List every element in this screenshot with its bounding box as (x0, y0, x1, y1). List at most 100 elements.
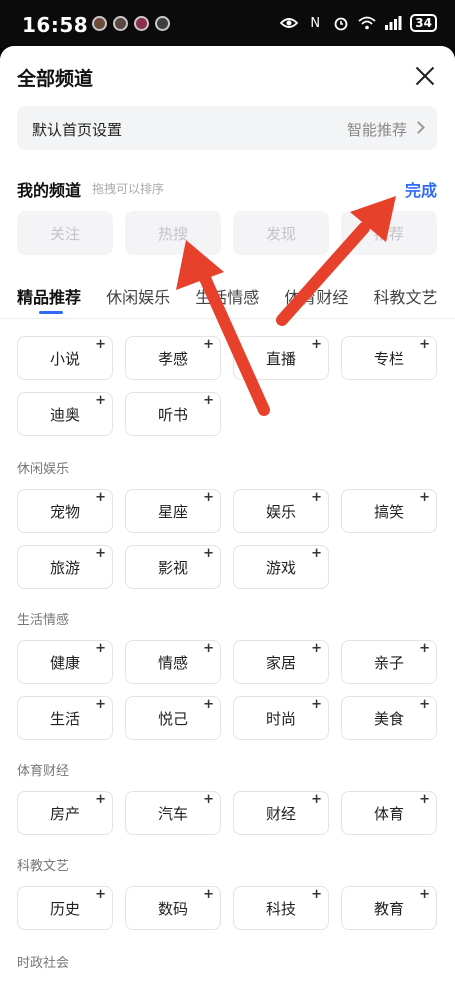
add-channel-chip[interactable]: 听书 + (125, 392, 221, 436)
category-title: 生活情感 (17, 613, 70, 628)
plus-icon: + (95, 337, 106, 352)
status-bar: 16:58 N 34 (0, 0, 455, 48)
my-channel-chip[interactable]: 关注 (17, 211, 113, 255)
chip-label: 数码 (157, 899, 188, 918)
add-channel-chip[interactable]: 亲子 + (341, 640, 437, 684)
category-title: 时政社会 (17, 956, 70, 971)
add-channel-chip[interactable]: 游戏 + (233, 545, 329, 589)
chip-label: 听书 (157, 405, 188, 424)
my-channel-chip[interactable]: 推荐 (341, 211, 437, 255)
category-title: 体育财经 (17, 764, 70, 779)
tab-sports-finance[interactable]: 体育财经 (284, 284, 348, 308)
add-channel-chip[interactable]: 科技 + (233, 886, 329, 930)
add-channel-chip[interactable]: 汽车 + (125, 791, 221, 835)
category-featured: 小说 + 孝感 + 直播 + 专栏 + 迪奥 + 听书 + (17, 336, 437, 436)
add-channel-chip[interactable]: 生活 + (17, 696, 113, 740)
chip-label: 亲子 (373, 653, 404, 672)
chip-label: 迪奥 (49, 405, 80, 424)
add-channel-chip[interactable]: 健康 + (17, 640, 113, 684)
status-time: 16:58 (22, 13, 89, 37)
chip-label: 财经 (265, 804, 296, 823)
my-channel-chip[interactable]: 热搜 (125, 211, 221, 255)
add-channel-chip[interactable]: 娱乐 + (233, 489, 329, 533)
chip-label: 星座 (157, 502, 188, 521)
add-channel-chip[interactable]: 情感 + (125, 640, 221, 684)
tab-featured[interactable]: 精品推荐 (17, 284, 81, 308)
close-icon[interactable] (413, 64, 437, 88)
add-channel-chip[interactable]: 体育 + (341, 791, 437, 835)
done-button[interactable]: 完成 (405, 177, 437, 201)
plus-icon: + (311, 792, 322, 807)
chip-label: 房产 (49, 804, 80, 823)
add-channel-chip[interactable]: 悦己 + (125, 696, 221, 740)
chevron-right-icon (412, 121, 425, 134)
chip-label: 孝感 (157, 349, 188, 368)
chip-label: 时尚 (265, 709, 296, 728)
chip-label: 影视 (157, 558, 188, 577)
add-channel-chip[interactable]: 专栏 + (341, 336, 437, 380)
divider (0, 318, 455, 319)
plus-icon: + (203, 697, 214, 712)
add-channel-chip[interactable]: 家居 + (233, 640, 329, 684)
add-channel-chip[interactable]: 直播 + (233, 336, 329, 380)
app-notification-icon (113, 16, 128, 31)
app-notification-icon (92, 16, 107, 31)
chip-label: 直播 (265, 349, 296, 368)
plus-icon: + (311, 697, 322, 712)
chip-label: 健康 (49, 653, 80, 672)
add-channel-chip[interactable]: 历史 + (17, 886, 113, 930)
plus-icon: + (95, 490, 106, 505)
add-channel-chip[interactable]: 美食 + (341, 696, 437, 740)
chip-label: 体育 (373, 804, 404, 823)
add-channel-chip[interactable]: 旅游 + (17, 545, 113, 589)
plus-icon: + (203, 490, 214, 505)
add-channel-chip[interactable]: 星座 + (125, 489, 221, 533)
default-home-value: 智能推荐 (346, 121, 407, 139)
add-channel-chip[interactable]: 搞笑 + (341, 489, 437, 533)
chip-label: 专栏 (373, 349, 404, 368)
chip-label: 娱乐 (265, 502, 296, 521)
add-channel-chip[interactable]: 教育 + (341, 886, 437, 930)
plus-icon: + (95, 641, 106, 656)
chip-label: 悦己 (157, 709, 188, 728)
plus-icon: + (311, 641, 322, 656)
chip-label: 生活 (49, 709, 80, 728)
plus-icon: + (419, 490, 430, 505)
plus-icon: + (203, 887, 214, 902)
add-channel-chip[interactable]: 影视 + (125, 545, 221, 589)
plus-icon: + (419, 337, 430, 352)
category-title: 休闲娱乐 (17, 462, 70, 477)
chip-label: 旅游 (49, 558, 80, 577)
plus-icon: + (203, 641, 214, 656)
category-title: 科教文艺 (17, 859, 70, 874)
chip-label: 游戏 (265, 558, 296, 577)
default-home-label: 默认首页设置 (32, 121, 123, 139)
chip-label: 情感 (157, 653, 188, 672)
category-leisure: 宠物 + 星座 + 娱乐 + 搞笑 + 旅游 + 影视 + 游戏 + (17, 489, 437, 589)
plus-icon: + (203, 792, 214, 807)
tab-science-culture[interactable]: 科教文艺 (373, 284, 437, 308)
status-indicators: N 34 (280, 14, 437, 32)
add-channel-chip[interactable]: 数码 + (125, 886, 221, 930)
add-channel-chip[interactable]: 宠物 + (17, 489, 113, 533)
my-channels-list: 关注 热搜 发现 推荐 (17, 211, 437, 255)
plus-icon: + (95, 546, 106, 561)
category-tabs: 精品推荐 休闲娱乐 生活情感 体育财经 科教文艺 (17, 284, 455, 318)
add-channel-chip[interactable]: 迪奥 + (17, 392, 113, 436)
add-channel-chip[interactable]: 财经 + (233, 791, 329, 835)
page-title: 全部频道 (17, 68, 94, 90)
wifi-icon (358, 15, 376, 31)
chip-label: 家居 (265, 653, 296, 672)
add-channel-chip[interactable]: 孝感 + (125, 336, 221, 380)
add-channel-chip[interactable]: 小说 + (17, 336, 113, 380)
add-channel-chip[interactable]: 时尚 + (233, 696, 329, 740)
tab-leisure[interactable]: 休闲娱乐 (106, 284, 170, 308)
add-channel-chip[interactable]: 房产 + (17, 791, 113, 835)
default-home-setting[interactable]: 默认首页设置 智能推荐 (17, 106, 437, 150)
plus-icon: + (419, 641, 430, 656)
plus-icon: + (419, 792, 430, 807)
channel-sheet: 全部频道 默认首页设置 智能推荐 我的频道 拖拽可以排序 完成 关注 热搜 发现… (0, 46, 455, 982)
my-channel-chip[interactable]: 发现 (233, 211, 329, 255)
tab-life[interactable]: 生活情感 (195, 284, 259, 308)
my-channels-title: 我的频道 (17, 181, 82, 200)
